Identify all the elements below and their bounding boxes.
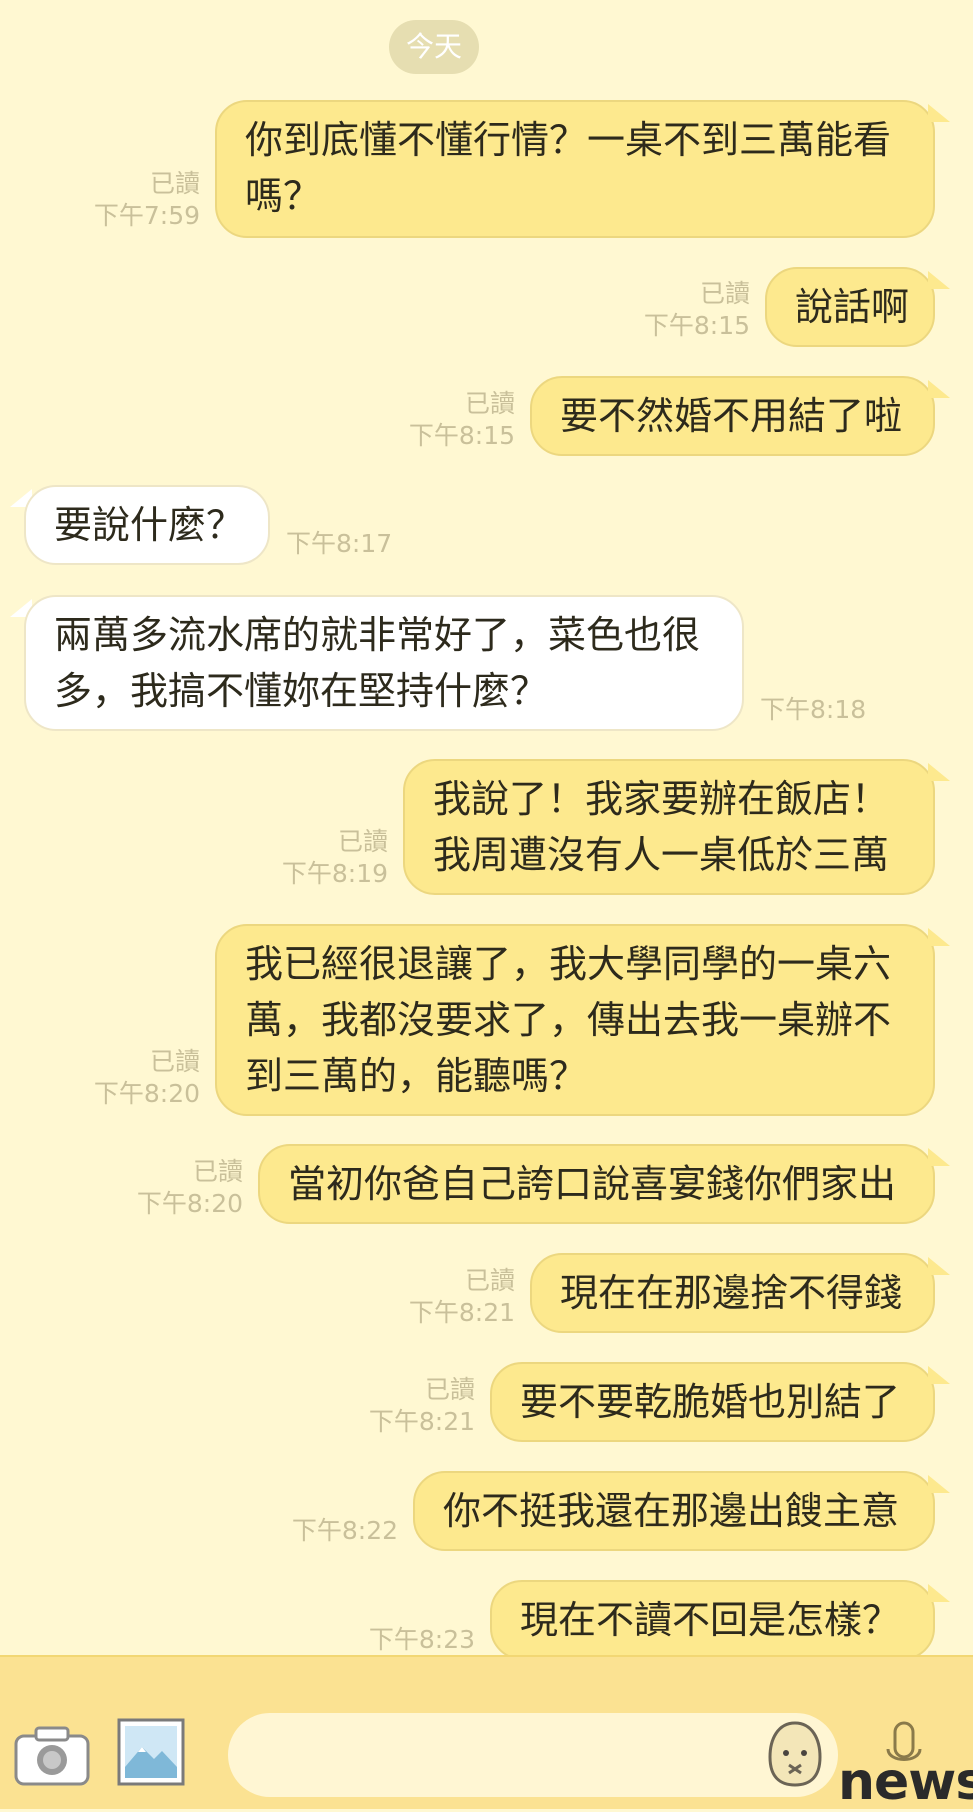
message-bubble[interactable]: 現在不讀不回是怎樣？ xyxy=(490,1580,935,1660)
camera-icon[interactable] xyxy=(14,1724,90,1786)
message-meta: 已讀 下午8:20 xyxy=(103,1156,243,1220)
image-icon[interactable] xyxy=(116,1717,186,1787)
read-receipt: 已讀 xyxy=(337,827,388,856)
message-line: 到三萬的，能聽嗎？ xyxy=(245,1054,588,1098)
message-line: 我周遭沒有人一桌低於三萬 xyxy=(433,833,890,877)
message-meta: 下午8:22 xyxy=(258,1515,398,1547)
bubble-tail xyxy=(928,1584,950,1602)
message-line: 要不要乾脆婚也別結了 xyxy=(520,1380,901,1424)
message-line: 你不挺我還在那邊出餿主意 xyxy=(443,1489,900,1533)
read-receipt: 已讀 xyxy=(464,1266,515,1295)
bubble-tail xyxy=(928,1148,950,1166)
message-meta: 下午8:18 xyxy=(760,694,900,726)
message-time: 下午7:59 xyxy=(93,201,200,230)
message-time: 下午8:21 xyxy=(408,1298,515,1327)
message-meta: 已讀 下午8:19 xyxy=(248,826,388,890)
message-line: 你到底懂不懂行情？一桌不到三萬能看 xyxy=(245,118,892,162)
input-bar xyxy=(0,1655,973,1809)
message-bubble[interactable]: 要不然婚不用結了啦 xyxy=(530,376,935,456)
bubble-tail xyxy=(928,1366,950,1384)
message-bubble[interactable]: 要說什麼？ xyxy=(24,485,270,565)
read-receipt: 已讀 xyxy=(464,389,515,418)
message-time: 下午8:20 xyxy=(93,1079,200,1108)
message-bubble[interactable]: 要不要乾脆婚也別結了 xyxy=(490,1362,935,1442)
message-line: 多，我搞不懂妳在堅持什麼？ xyxy=(54,669,549,713)
message-meta: 下午8:23 xyxy=(335,1624,475,1656)
message-meta: 已讀 下午8:21 xyxy=(375,1265,515,1329)
sticker-icon[interactable] xyxy=(764,1719,826,1789)
message-time: 下午8:15 xyxy=(408,421,515,450)
message-bubble[interactable]: 兩萬多流水席的就非常好了，菜色也很 多，我搞不懂妳在堅持什麼？ xyxy=(24,595,744,731)
message-line: 萬，我都沒要求了，傳出去我一桌辦不 xyxy=(245,998,892,1042)
message-line: 現在在那邊捨不得錢 xyxy=(560,1271,903,1315)
read-receipt: 已讀 xyxy=(699,279,750,308)
message-line: 要不然婚不用結了啦 xyxy=(560,394,903,438)
message-input[interactable] xyxy=(228,1713,838,1797)
bubble-tail xyxy=(928,1475,950,1493)
message-time: 下午8:23 xyxy=(368,1625,475,1654)
read-receipt: 已讀 xyxy=(149,169,200,198)
message-meta: 已讀 下午8:21 xyxy=(335,1374,475,1438)
message-bubble[interactable]: 你到底懂不懂行情？一桌不到三萬能看 嗎？ xyxy=(215,100,935,238)
message-line: 我已經很退讓了，我大學同學的一桌六 xyxy=(245,942,892,986)
read-receipt: 已讀 xyxy=(424,1375,475,1404)
message-time: 下午8:21 xyxy=(368,1407,475,1436)
bubble-tail xyxy=(928,380,950,398)
message-line: 嗎？ xyxy=(245,174,322,218)
bubble-tail xyxy=(928,104,950,122)
date-separator: 今天 xyxy=(389,20,479,74)
message-line: 我說了！我家要辦在飯店！ xyxy=(433,777,890,821)
bubble-tail xyxy=(928,928,950,946)
read-receipt: 已讀 xyxy=(149,1047,200,1076)
watermark: news xyxy=(838,1752,973,1812)
message-bubble[interactable]: 當初你爸自己誇口說喜宴錢你們家出 xyxy=(258,1144,935,1224)
message-meta: 已讀 下午8:15 xyxy=(610,278,750,342)
message-time: 下午8:15 xyxy=(643,311,750,340)
chat-area[interactable]: 今天 已讀 下午7:59 你到底懂不懂行情？一桌不到三萬能看 嗎？ 已讀 下午8… xyxy=(0,0,973,1660)
message-time: 下午8:20 xyxy=(136,1189,243,1218)
message-bubble[interactable]: 說話啊 xyxy=(765,267,935,347)
message-line: 現在不讀不回是怎樣？ xyxy=(520,1598,901,1642)
message-line: 要說什麼？ xyxy=(54,503,245,547)
bubble-tail xyxy=(928,271,950,289)
read-receipt: 已讀 xyxy=(192,1157,243,1186)
message-meta: 已讀 下午7:59 xyxy=(60,168,200,232)
message-line: 當初你爸自己誇口說喜宴錢你們家出 xyxy=(288,1162,897,1206)
message-time: 下午8:17 xyxy=(286,529,393,558)
message-line: 兩萬多流水席的就非常好了，菜色也很 xyxy=(54,613,701,657)
message-meta: 已讀 下午8:20 xyxy=(60,1046,200,1110)
message-bubble[interactable]: 我說了！我家要辦在飯店！ 我周遭沒有人一桌低於三萬 xyxy=(403,759,935,895)
message-line: 說話啊 xyxy=(795,285,910,329)
message-meta: 已讀 下午8:15 xyxy=(375,388,515,452)
message-time: 下午8:19 xyxy=(281,859,388,888)
bubble-tail xyxy=(928,1257,950,1275)
message-bubble[interactable]: 我已經很退讓了，我大學同學的一桌六 萬，我都沒要求了，傳出去我一桌辦不 到三萬的… xyxy=(215,924,935,1116)
bubble-tail xyxy=(928,763,950,781)
message-bubble[interactable]: 你不挺我還在那邊出餿主意 xyxy=(413,1471,935,1551)
message-time: 下午8:22 xyxy=(291,1516,398,1545)
message-meta: 下午8:17 xyxy=(286,528,426,560)
message-bubble[interactable]: 現在在那邊捨不得錢 xyxy=(530,1253,935,1333)
message-time: 下午8:18 xyxy=(760,695,867,724)
